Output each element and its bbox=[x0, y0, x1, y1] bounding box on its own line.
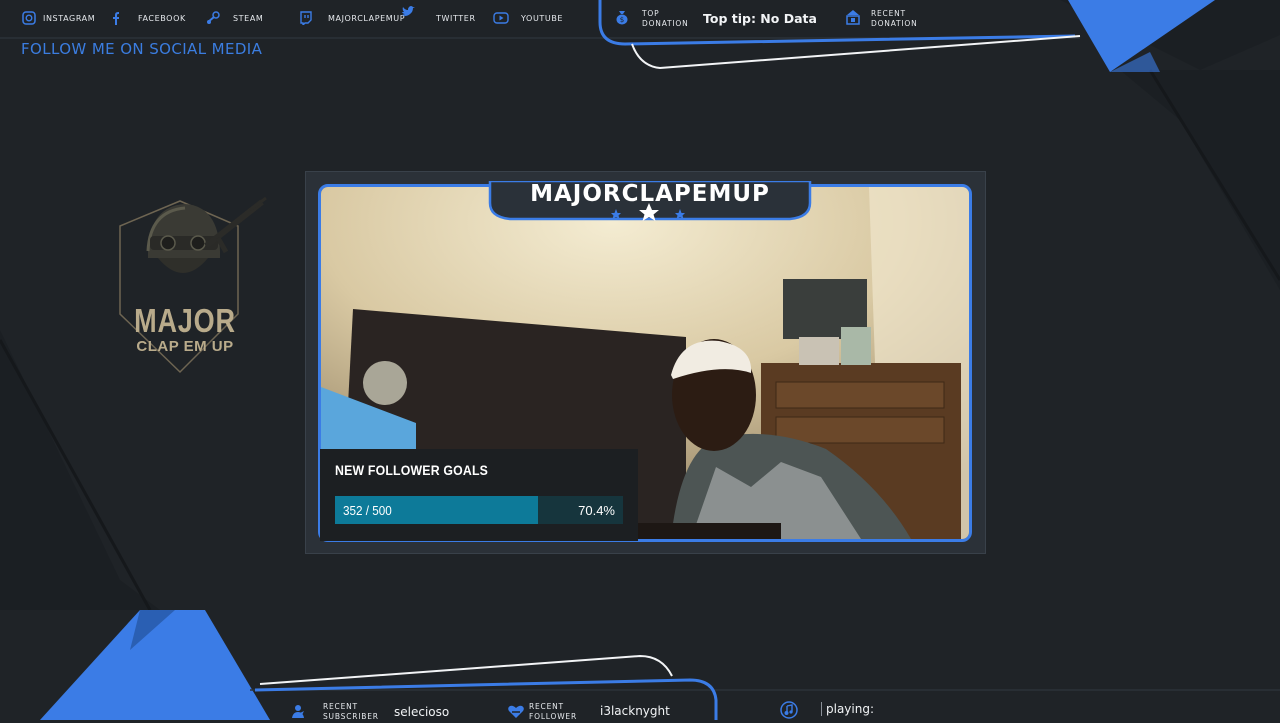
follower-goal-count: 352 / 500 bbox=[343, 503, 392, 518]
social-label: MAJORCLAPEMUP bbox=[328, 13, 406, 23]
piggy-bank-icon bbox=[844, 9, 862, 29]
social-facebook[interactable]: FACEBOOK bbox=[108, 10, 186, 26]
top-donation-label-line2: DONATION bbox=[642, 19, 689, 28]
playing-divider bbox=[821, 702, 822, 716]
social-label: FACEBOOK bbox=[138, 13, 186, 23]
facebook-icon bbox=[108, 10, 124, 26]
recent-follower-label-line2: FOLLOWER bbox=[529, 712, 577, 721]
social-twitch[interactable]: MAJORCLAPEMUP bbox=[298, 10, 405, 26]
logo-line1: MAJOR bbox=[134, 302, 236, 339]
top-donation-label: TOP DONATION bbox=[642, 9, 689, 29]
steam-icon bbox=[205, 10, 221, 26]
twitter-icon bbox=[400, 4, 416, 20]
recent-subscriber-label-line1: RECENT bbox=[323, 702, 358, 711]
recent-subscriber-value: selecioso bbox=[394, 705, 450, 719]
social-twitter[interactable]: TWITTER bbox=[400, 6, 476, 26]
playing-label: playing: bbox=[826, 702, 875, 716]
recent-subscriber-label-line2: SUBSCRIBER bbox=[323, 712, 379, 721]
twitch-icon bbox=[298, 10, 314, 26]
instagram-icon bbox=[21, 10, 37, 26]
social-youtube[interactable]: YOUTUBE bbox=[493, 10, 563, 26]
recent-donation-label-line2: DONATION bbox=[871, 19, 918, 28]
social-label: YOUTUBE bbox=[521, 13, 564, 23]
social-label: STEAM bbox=[233, 13, 264, 23]
social-bar: INSTAGRAM FACEBOOK STEAM MAJORCLAPEMUP T… bbox=[0, 0, 600, 38]
follower-goal-title: NEW FOLLOWER GOALS bbox=[335, 462, 489, 478]
heart-icon bbox=[507, 704, 525, 723]
recent-donation-label-line1: RECENT bbox=[871, 9, 906, 18]
bag-icon: $ bbox=[615, 9, 629, 29]
follow-title: FOLLOW ME ON SOCIAL MEDIA bbox=[21, 40, 263, 58]
youtube-icon bbox=[493, 10, 509, 26]
social-steam[interactable]: STEAM bbox=[205, 10, 263, 26]
social-label: TWITTER bbox=[436, 13, 476, 23]
top-donation-label-line1: TOP bbox=[642, 9, 660, 18]
top-donation-value: Top tip: No Data bbox=[703, 11, 817, 26]
svg-text:$: $ bbox=[620, 16, 624, 24]
recent-donation-label: RECENT DONATION bbox=[871, 9, 918, 29]
social-label: INSTAGRAM bbox=[43, 13, 96, 23]
subscriber-icon bbox=[291, 703, 305, 722]
logo-line2: CLAP EM UP bbox=[136, 338, 234, 355]
recent-follower-value: i3lacknyght bbox=[600, 704, 670, 718]
recent-follower-label-line1: RECENT bbox=[529, 702, 564, 711]
recent-subscriber-label: RECENT SUBSCRIBER bbox=[323, 702, 379, 722]
follower-goal-percent: 70.4% bbox=[578, 503, 615, 518]
star-decoration-icon bbox=[609, 203, 689, 227]
recent-follower-label: RECENT FOLLOWER bbox=[529, 702, 577, 722]
social-instagram[interactable]: INSTAGRAM bbox=[21, 10, 95, 26]
